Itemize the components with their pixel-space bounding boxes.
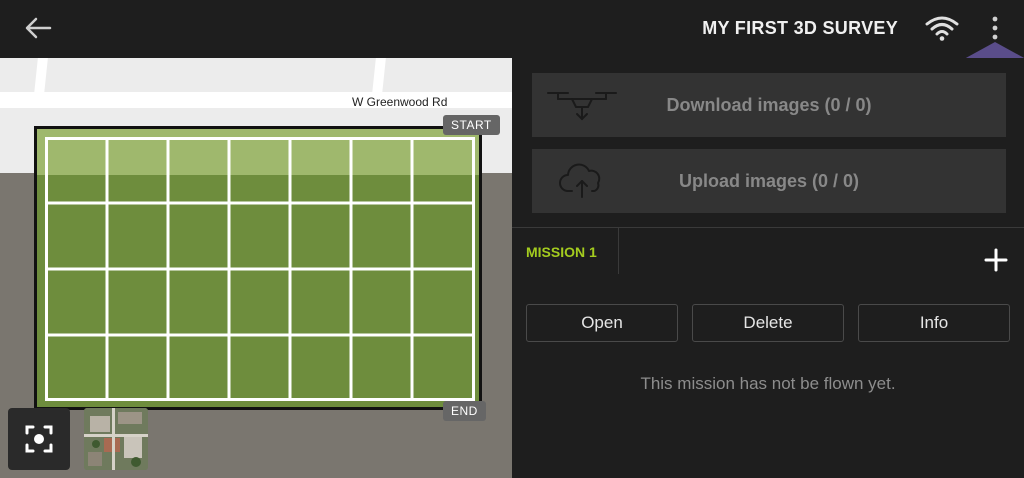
wifi-icon	[925, 16, 959, 41]
road-label: W Greenwood Rd	[352, 95, 448, 109]
tab-separator	[618, 228, 619, 274]
tab-mission-1[interactable]: MISSION 1	[526, 244, 597, 260]
survey-area[interactable]	[34, 126, 482, 410]
mission-info-button[interactable]: Info	[858, 304, 1010, 342]
add-mission-plus-icon[interactable]	[978, 242, 1014, 278]
end-marker-label: END	[443, 401, 486, 421]
satellite-layer-toggle[interactable]	[84, 408, 148, 470]
satellite-thumbnail-icon	[84, 408, 148, 470]
more-vertical-icon[interactable]	[984, 14, 1006, 42]
start-marker-label: START	[443, 115, 500, 135]
upload-images-button[interactable]: Upload images (0 / 0)	[532, 149, 1006, 213]
map-view[interactable]: W Greenwood Rd START END	[0, 58, 512, 478]
delete-mission-button[interactable]: Delete	[692, 304, 844, 342]
mission-panel: Download images (0 / 0) Upload images (0…	[512, 58, 1024, 478]
upload-images-label: Upload images (0 / 0)	[678, 171, 860, 191]
back-arrow-icon[interactable]	[22, 14, 54, 42]
survey-title: MY FIRST 3D SURVEY	[702, 18, 898, 38]
download-images-label: Download images (0 / 0)	[666, 95, 872, 115]
mission-status-text: This mission has not be flown yet.	[640, 374, 896, 393]
focus-target-icon	[25, 425, 53, 453]
open-mission-button[interactable]: Open	[526, 304, 678, 342]
top-bar: MY FIRST 3D SURVEY	[0, 0, 1024, 58]
section-divider	[512, 227, 1024, 228]
recenter-button[interactable]	[8, 408, 70, 470]
download-images-button[interactable]: Download images (0 / 0)	[532, 73, 1006, 137]
flight-grid	[45, 137, 475, 401]
